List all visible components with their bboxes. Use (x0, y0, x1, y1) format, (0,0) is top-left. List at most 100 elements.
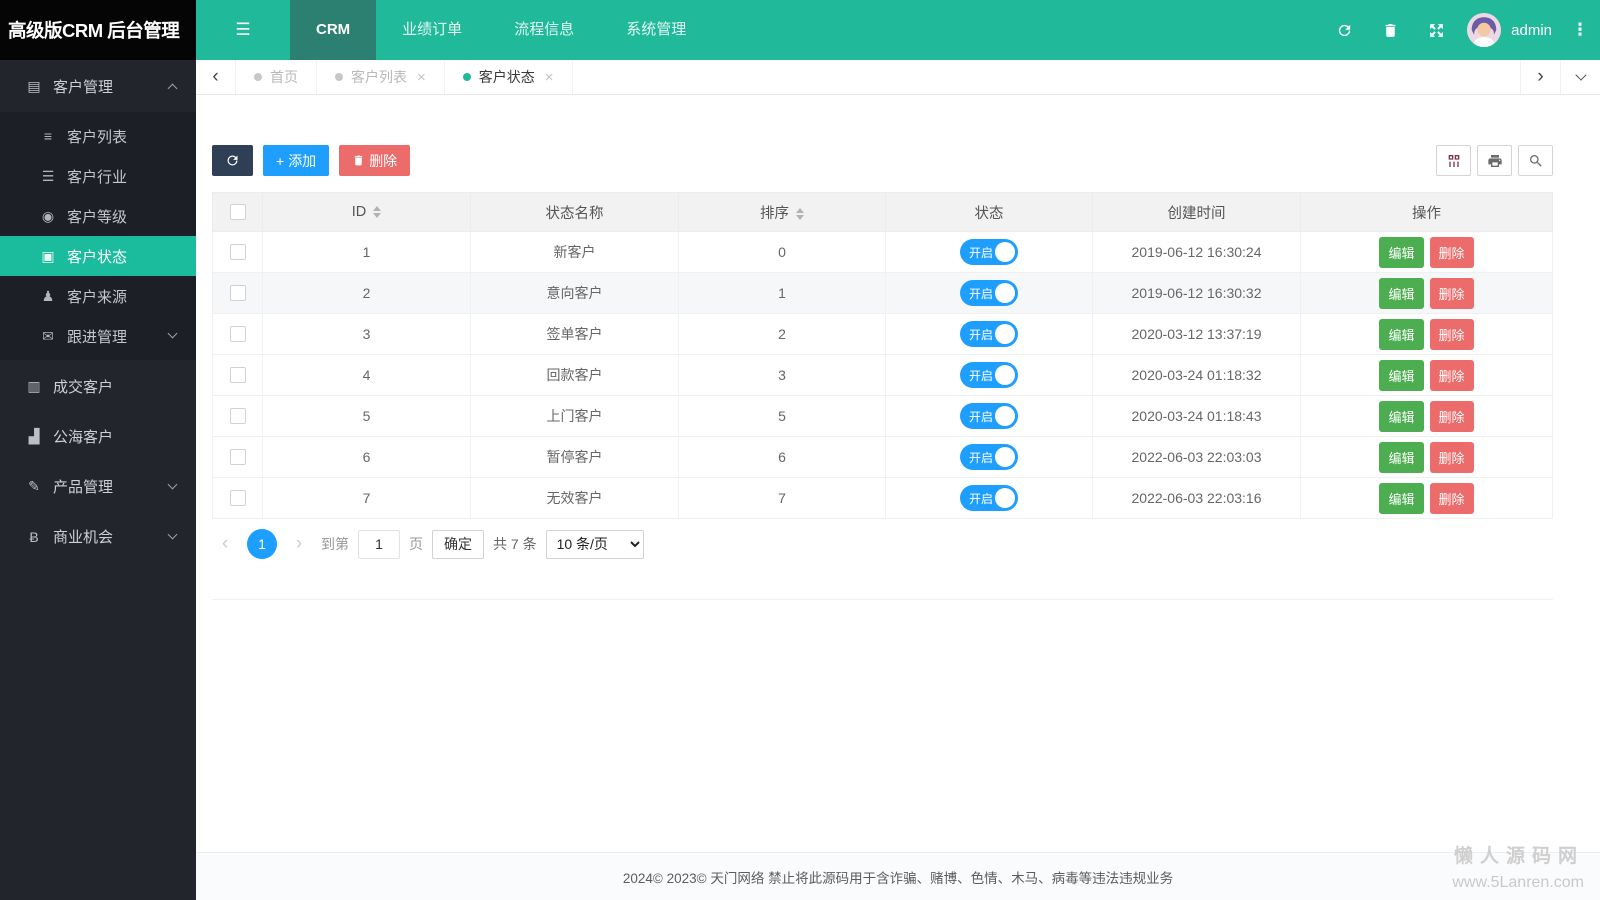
sidebar-item-客户状态[interactable]: ▣客户状态 (0, 236, 196, 276)
tab-status-dot (335, 73, 343, 81)
edit-button[interactable]: 编辑 (1379, 483, 1423, 514)
table-row: 4回款客户3开启2020-03-24 01:18:32编辑删除 (213, 355, 1553, 396)
page-size-select[interactable]: 10 条/页 (546, 530, 644, 559)
topnav-item-CRM[interactable]: CRM (290, 0, 376, 60)
tab-close-icon[interactable]: × (545, 69, 554, 86)
current-page-button[interactable]: 1 (247, 529, 277, 559)
delete-button[interactable]: 删除 (1430, 319, 1474, 350)
delete-button[interactable]: 删除 (1430, 442, 1474, 473)
edit-button[interactable]: 编辑 (1379, 319, 1423, 350)
trash-icon[interactable] (1367, 0, 1413, 60)
tabs-scroll-left-button[interactable]: ‹ (196, 60, 236, 94)
tab-首页[interactable]: 首页 (236, 60, 317, 94)
toggle-knob (995, 242, 1015, 262)
sort-asc-icon[interactable] (796, 208, 804, 213)
row-checkbox[interactable] (230, 244, 246, 260)
tab-close-icon[interactable]: × (417, 69, 426, 86)
search-icon[interactable] (1518, 145, 1553, 176)
panel-divider (212, 599, 1553, 600)
delete-button[interactable]: 删除 (1430, 483, 1474, 514)
kebab-menu-icon[interactable]: ⋮ (1560, 20, 1600, 40)
sidebar-item-label: 客户行业 (67, 166, 127, 187)
tab-客户列表[interactable]: 客户列表× (317, 60, 445, 94)
row-checkbox[interactable] (230, 490, 246, 506)
edit-button[interactable]: 编辑 (1379, 278, 1423, 309)
chevron-down-icon (168, 329, 178, 339)
row-checkbox[interactable] (230, 326, 246, 342)
edit-button[interactable]: 编辑 (1379, 401, 1423, 432)
sidebar-item-跟进管理[interactable]: ✉跟进管理 (0, 316, 196, 356)
sort-desc-icon[interactable] (796, 215, 804, 220)
id-card-icon: ▤ (22, 78, 46, 95)
align-bars-icon: ☰ (36, 168, 60, 185)
sidebar-item-客户来源[interactable]: ♟客户来源 (0, 276, 196, 316)
submenu: ≡客户列表 ☰ 客户行业 ◉客户等级▣客户状态♟客户来源✉跟进管理 (0, 112, 196, 360)
status-toggle[interactable]: 开启 (960, 444, 1018, 470)
refresh-icon[interactable] (1321, 0, 1367, 60)
topnav-item-系统管理[interactable]: 系统管理 (600, 0, 712, 60)
row-status-cell: 开启 (886, 437, 1093, 478)
status-toggle[interactable]: 开启 (960, 321, 1018, 347)
add-button[interactable]: +添加 (263, 145, 329, 176)
status-toggle[interactable]: 开启 (960, 239, 1018, 265)
status-toggle[interactable]: 开启 (960, 362, 1018, 388)
next-page-button[interactable]: › (286, 533, 312, 555)
edit-button[interactable]: 编辑 (1379, 360, 1423, 391)
menu-icon[interactable]: ☰ (196, 20, 290, 40)
fullscreen-icon[interactable] (1413, 0, 1459, 60)
row-checkbox[interactable] (230, 408, 246, 424)
delete-button[interactable]: 删除 (1430, 401, 1474, 432)
row-status-cell: 开启 (886, 355, 1093, 396)
industry-icon: ▟ (22, 428, 46, 445)
row-checkbox[interactable] (230, 449, 246, 465)
print-icon[interactable] (1477, 145, 1512, 176)
status-toggle[interactable]: 开启 (960, 485, 1018, 511)
prev-page-button[interactable]: ‹ (212, 533, 238, 555)
sidebar-item-产品管理[interactable]: ✎产品管理 (0, 462, 196, 511)
col-header-排序[interactable]: 排序 (679, 193, 886, 232)
tabs-menu-button[interactable] (1560, 60, 1600, 94)
sidebar-item-客户等级[interactable]: ◉客户等级 (0, 196, 196, 236)
status-toggle[interactable]: 开启 (960, 403, 1018, 429)
row-checkbox[interactable] (230, 285, 246, 301)
col-header-ID[interactable]: ID (263, 193, 471, 232)
sort-carets-icon[interactable] (796, 208, 804, 220)
columns-icon[interactable] (1436, 145, 1471, 176)
tab-客户状态[interactable]: 客户状态× (445, 60, 573, 94)
col-header-状态名称: 状态名称 (471, 193, 679, 232)
edit-button[interactable]: 编辑 (1379, 442, 1423, 473)
sidebar-item-客户管理[interactable]: ▤客户管理 (0, 62, 196, 111)
sidebar-item-公海客户[interactable]: ▟公海客户 (0, 412, 196, 461)
delete-button[interactable]: 删除 (1430, 360, 1474, 391)
sidebar-item-成交客户[interactable]: ▥成交客户 (0, 362, 196, 411)
row-status-cell: 开启 (886, 396, 1093, 437)
select-all-checkbox[interactable] (230, 204, 246, 220)
sidebar-item-商业机会[interactable]: Ƀ商业机会 (0, 512, 196, 561)
col-header-操作: 操作 (1301, 193, 1553, 232)
sort-carets-icon[interactable] (373, 206, 381, 218)
topnav-item-流程信息[interactable]: 流程信息 (488, 0, 600, 60)
row-checkbox[interactable] (230, 367, 246, 383)
topnav-item-业绩订单[interactable]: 业绩订单 (376, 0, 488, 60)
tabs-scroll-right-button[interactable]: › (1520, 60, 1560, 94)
goto-page-input[interactable] (358, 530, 400, 559)
batch-delete-button[interactable]: 删除 (339, 145, 410, 176)
edit-button[interactable]: 编辑 (1379, 237, 1423, 268)
col-header-label: 操作 (1412, 206, 1441, 222)
chevron-down-icon (168, 480, 178, 490)
row-status-name: 签单客户 (471, 314, 679, 355)
refresh-table-button[interactable] (212, 145, 253, 176)
total-count-label: 共 7 条 (493, 534, 537, 554)
delete-button[interactable]: 删除 (1430, 278, 1474, 309)
status-toggle[interactable]: 开启 (960, 280, 1018, 306)
sidebar-item-客户行业[interactable]: ☰ 客户行业 (0, 156, 196, 196)
chevron-down-icon (1575, 69, 1586, 80)
sidebar-item-客户列表[interactable]: ≡客户列表 (0, 116, 196, 156)
row-created-time: 2022-06-03 22:03:03 (1093, 437, 1301, 478)
goto-confirm-button[interactable]: 确定 (432, 530, 484, 559)
row-created-time: 2019-06-12 16:30:32 (1093, 273, 1301, 314)
delete-button[interactable]: 删除 (1430, 237, 1474, 268)
sort-asc-icon[interactable] (373, 206, 381, 211)
user-menu[interactable]: admin (1459, 13, 1560, 47)
sort-desc-icon[interactable] (373, 213, 381, 218)
